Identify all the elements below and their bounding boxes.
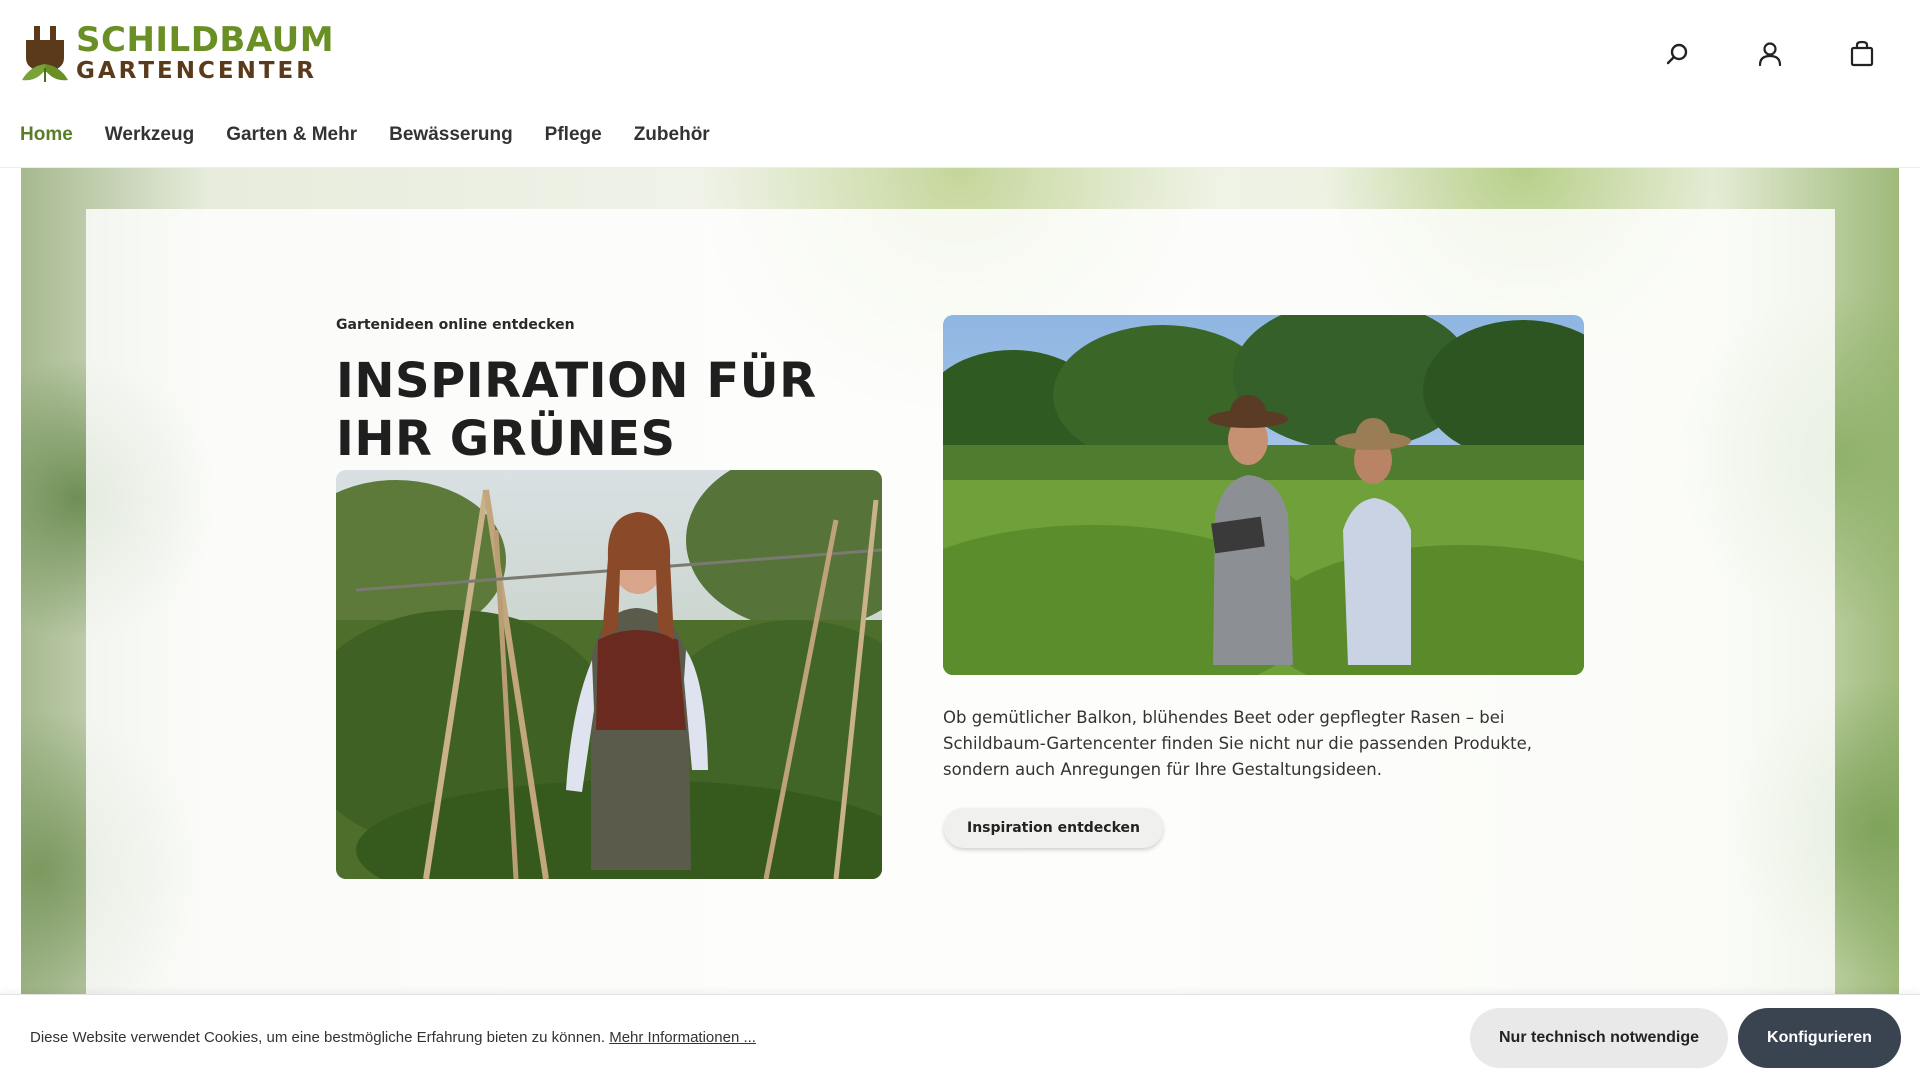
nav-item-garten-mehr[interactable]: Garten & Mehr — [226, 124, 357, 146]
nav-item-pflege[interactable]: Pflege — [545, 124, 602, 146]
nav-item-bewaesserung[interactable]: Bewässerung — [389, 124, 513, 146]
nav-item-home[interactable]: Home — [20, 124, 73, 146]
cart-icon[interactable] — [1844, 36, 1880, 72]
header-actions — [1660, 36, 1880, 72]
site-header: SCHILDBAUM GARTENCENTER Home Werkzeug Ga… — [0, 0, 1920, 168]
shovel-leaf-logo-icon — [22, 26, 68, 82]
cookie-text-block: Diese Website verwendet Cookies, um eine… — [30, 1029, 756, 1046]
account-icon[interactable] — [1752, 36, 1788, 72]
nav-item-werkzeug[interactable]: Werkzeug — [105, 124, 194, 146]
logo[interactable]: SCHILDBAUM GARTENCENTER — [20, 20, 334, 84]
main-navigation: Home Werkzeug Garten & Mehr Bewässerung … — [20, 124, 710, 146]
configure-button[interactable]: Konfigurieren — [1738, 1008, 1901, 1068]
logo-brand-name: SCHILDBAUM — [76, 20, 335, 60]
hero-description: Ob gemütlicher Balkon, blühendes Beet od… — [943, 708, 1532, 779]
cookie-banner: Diese Website verwendet Cookies, um eine… — [0, 994, 1920, 1080]
cookie-message: Diese Website verwendet Cookies, um eine… — [30, 1029, 606, 1046]
cookie-more-info-link[interactable]: Mehr Informationen ... — [609, 1029, 756, 1046]
search-icon[interactable] — [1660, 36, 1696, 72]
nav-item-zubehoer[interactable]: Zubehör — [634, 124, 710, 146]
only-necessary-button[interactable]: Nur technisch notwendige — [1470, 1008, 1728, 1068]
gardener-woman-photo — [336, 470, 882, 879]
hero-eyebrow: Gartenideen online entdecken — [336, 317, 575, 333]
farmers-field-photo — [943, 315, 1584, 675]
logo-brand-subtitle: GARTENCENTER — [76, 58, 317, 84]
inspiration-button[interactable]: Inspiration entdecken — [944, 808, 1163, 848]
